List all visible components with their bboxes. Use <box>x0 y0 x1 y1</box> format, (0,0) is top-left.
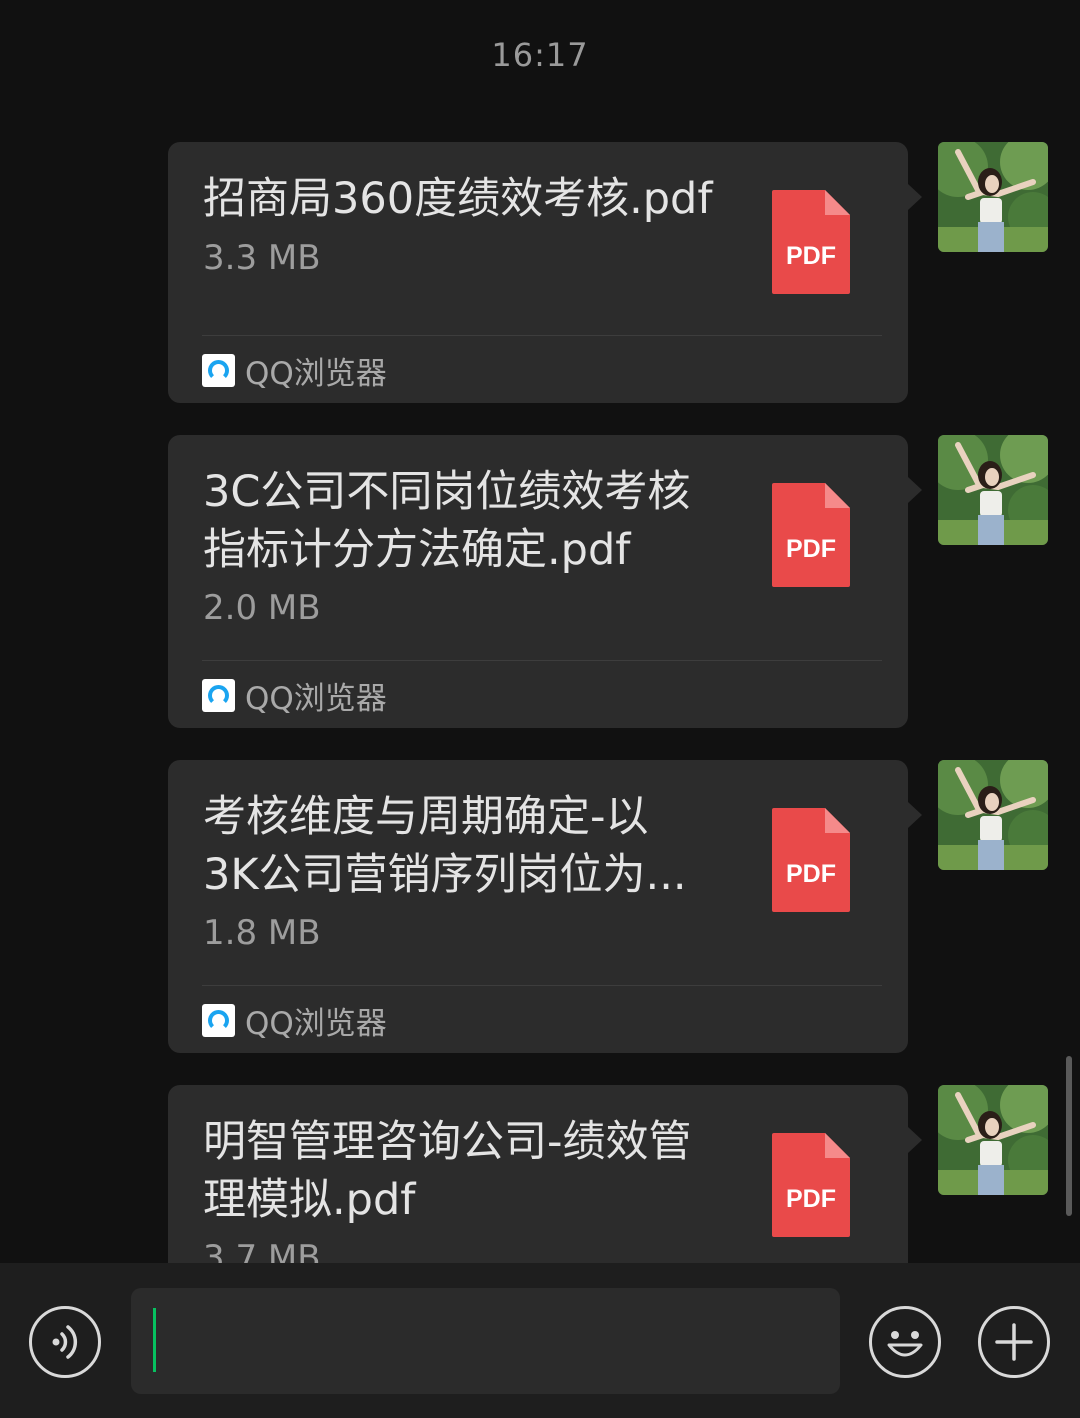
pdf-file-icon: PDF <box>772 483 850 587</box>
file-message-bubble[interactable]: 考核维度与周期确定-以 3K公司营销序列岗位为... 1.8 MB PDF QQ… <box>168 760 922 1053</box>
message-row: 3C公司不同岗位绩效考核 指标计分方法确定.pdf 2.0 MB PDF QQ浏… <box>168 435 1048 729</box>
pdf-label: PDF <box>786 242 836 270</box>
file-size: 3.3 MB <box>203 238 321 278</box>
qq-browser-icon <box>202 678 235 712</box>
qq-browser-icon <box>202 353 235 387</box>
divider <box>202 660 882 661</box>
source-label: QQ浏览器 <box>245 355 387 392</box>
qq-browser-icon <box>202 1003 235 1037</box>
file-name: 3C公司不同岗位绩效考核 指标计分方法确定.pdf <box>203 467 691 575</box>
avatar[interactable] <box>938 1085 1048 1195</box>
emoji-icon <box>887 1331 923 1357</box>
avatar[interactable] <box>938 142 1048 252</box>
pdf-file-icon: PDF <box>772 1133 850 1237</box>
file-name: 考核维度与周期确定-以 3K公司营销序列岗位为... <box>203 792 687 900</box>
text-cursor <box>153 1308 156 1372</box>
pdf-label: PDF <box>786 535 836 563</box>
file-message-bubble[interactable]: 明智管理咨询公司-绩效管 理模拟.pdf 3.7 MB PDF <box>168 1085 922 1263</box>
message-row: 明智管理咨询公司-绩效管 理模拟.pdf 3.7 MB PDF <box>168 1085 1048 1263</box>
file-size: 3.7 MB <box>203 1238 321 1263</box>
source-app: QQ浏览器 <box>202 352 387 392</box>
more-button[interactable] <box>978 1306 1050 1378</box>
file-size: 2.0 MB <box>203 588 321 628</box>
chat-message-list[interactable]: 招商局360度绩效考核.pdf 3.3 MB PDF QQ浏览器 3C公司不同岗… <box>0 0 1080 1263</box>
source-app: QQ浏览器 <box>202 677 387 717</box>
avatar[interactable] <box>938 760 1048 870</box>
source-app: QQ浏览器 <box>202 1002 387 1042</box>
scrollbar[interactable] <box>1066 1056 1072 1216</box>
file-message-bubble[interactable]: 招商局360度绩效考核.pdf 3.3 MB PDF QQ浏览器 <box>168 142 922 403</box>
pdf-label: PDF <box>786 860 836 888</box>
file-size: 1.8 MB <box>203 913 321 953</box>
voice-button[interactable] <box>29 1306 101 1378</box>
source-label: QQ浏览器 <box>245 680 387 717</box>
message-row: 招商局360度绩效考核.pdf 3.3 MB PDF QQ浏览器 <box>168 142 1048 404</box>
message-row: 考核维度与周期确定-以 3K公司营销序列岗位为... 1.8 MB PDF QQ… <box>168 760 1048 1054</box>
plus-icon <box>995 1323 1033 1361</box>
avatar[interactable] <box>938 435 1048 545</box>
pdf-file-icon: PDF <box>772 190 850 294</box>
pdf-label: PDF <box>786 1185 836 1213</box>
file-name: 明智管理咨询公司-绩效管 理模拟.pdf <box>203 1117 692 1225</box>
pdf-file-icon: PDF <box>772 808 850 912</box>
divider <box>202 335 882 336</box>
voice-icon <box>52 1325 78 1359</box>
emoji-button[interactable] <box>869 1306 941 1378</box>
file-message-bubble[interactable]: 3C公司不同岗位绩效考核 指标计分方法确定.pdf 2.0 MB PDF QQ浏… <box>168 435 922 728</box>
source-label: QQ浏览器 <box>245 1005 387 1042</box>
divider <box>202 985 882 986</box>
file-name: 招商局360度绩效考核.pdf <box>203 174 713 224</box>
message-input[interactable] <box>131 1288 840 1394</box>
